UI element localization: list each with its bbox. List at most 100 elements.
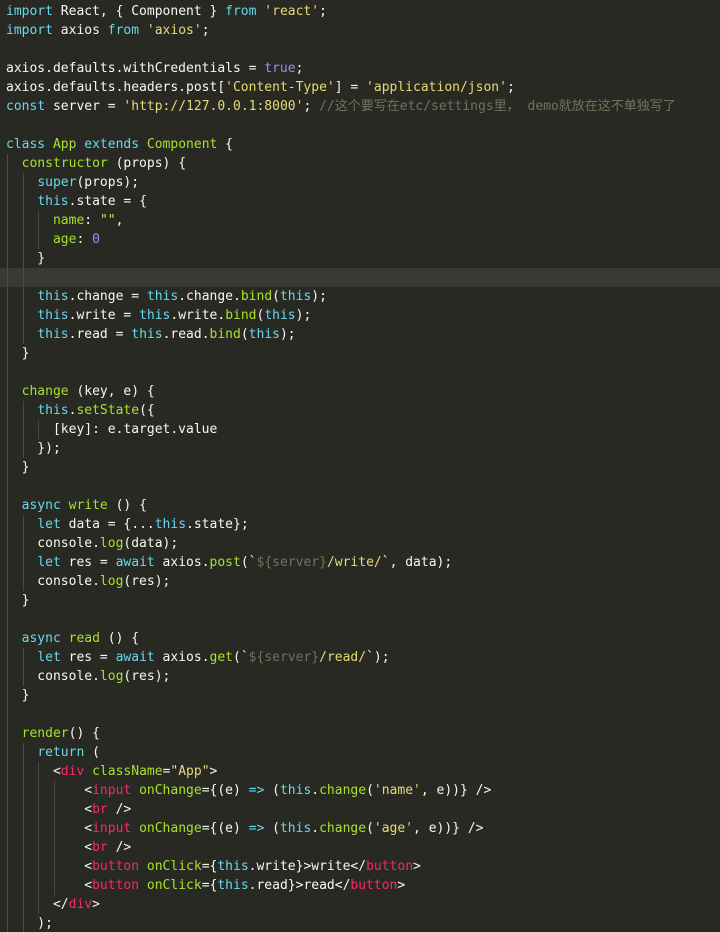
- code-token: constructor: [21, 156, 108, 171]
- code-line[interactable]: this.setState({: [0, 401, 720, 420]
- code-line[interactable]: </div>: [0, 895, 720, 914]
- indent-guide: [7, 363, 8, 382]
- code-line[interactable]: change (key, e) {: [0, 382, 720, 401]
- code-token: }: [6, 251, 46, 266]
- code-line[interactable]: );: [0, 914, 720, 932]
- code-line[interactable]: import React, { Component } from 'react'…: [0, 2, 720, 21]
- code-token: ={(e): [201, 783, 249, 798]
- code-token: res =: [60, 650, 116, 665]
- code-line[interactable]: return (: [0, 743, 720, 762]
- code-token: }: [6, 593, 30, 608]
- code-line[interactable]: [0, 363, 720, 382]
- code-token: (props);: [76, 175, 140, 190]
- code-token: Component: [146, 137, 218, 152]
- code-token: server =: [45, 99, 124, 114]
- code-line[interactable]: [0, 610, 720, 629]
- code-line[interactable]: });: [0, 439, 720, 458]
- code-area[interactable]: import React, { Component } from 'react'…: [0, 2, 720, 932]
- code-line[interactable]: }: [0, 344, 720, 363]
- code-line[interactable]: async write () {: [0, 496, 720, 515]
- code-token: button: [350, 878, 398, 893]
- code-token: "": [99, 213, 116, 228]
- code-token: return: [37, 745, 85, 760]
- code-line[interactable]: <button onClick={this.read}>read</button…: [0, 876, 720, 895]
- code-token: this: [37, 289, 69, 304]
- code-line[interactable]: }: [0, 591, 720, 610]
- code-line[interactable]: this.change = this.change.bind(this);: [0, 287, 720, 306]
- code-line[interactable]: }: [0, 249, 720, 268]
- code-line[interactable]: [0, 40, 720, 59]
- code-line[interactable]: import axios from 'axios';: [0, 21, 720, 40]
- code-token: this: [146, 289, 179, 304]
- code-line[interactable]: console.log(res);: [0, 667, 720, 686]
- code-editor[interactable]: import React, { Component } from 'react'…: [0, 0, 720, 932]
- code-line[interactable]: super(props);: [0, 173, 720, 192]
- code-token: .write.: [170, 308, 226, 323]
- code-token: =>: [248, 783, 265, 798]
- indent-guide: [7, 477, 8, 496]
- code-token: onChange: [139, 821, 202, 836]
- code-line[interactable]: class App extends Component {: [0, 135, 720, 154]
- code-token: let: [37, 650, 61, 665]
- code-line[interactable]: axios.defaults.withCredentials = true;: [0, 59, 720, 78]
- code-line[interactable]: [0, 705, 720, 724]
- code-line[interactable]: this.write = this.write.bind(this);: [0, 306, 720, 325]
- code-line[interactable]: axios.defaults.headers.post['Content-Typ…: [0, 78, 720, 97]
- code-token: change: [319, 783, 367, 798]
- code-line[interactable]: age: 0: [0, 230, 720, 249]
- code-line[interactable]: [0, 477, 720, 496]
- code-line[interactable]: [0, 116, 720, 135]
- code-token: );: [6, 916, 53, 931]
- code-token: });: [6, 441, 61, 456]
- code-line[interactable]: let data = {...this.state};: [0, 515, 720, 534]
- code-line[interactable]: constructor (props) {: [0, 154, 720, 173]
- code-token: >: [397, 878, 406, 893]
- code-line[interactable]: this.read = this.read.bind(this);: [0, 325, 720, 344]
- code-token: render: [21, 726, 69, 741]
- code-line[interactable]: console.log(res);: [0, 572, 720, 591]
- code-token: =>: [248, 821, 265, 836]
- code-line[interactable]: <br />: [0, 800, 720, 819]
- code-line[interactable]: [0, 268, 720, 287]
- code-token: , e))} />: [420, 783, 492, 798]
- code-line[interactable]: [key]: e.target.value: [0, 420, 720, 439]
- code-line[interactable]: name: "",: [0, 211, 720, 230]
- code-token: ;: [295, 61, 304, 76]
- code-line[interactable]: }: [0, 458, 720, 477]
- code-token: this: [279, 821, 312, 836]
- code-line[interactable]: render() {: [0, 724, 720, 743]
- code-token: console.: [6, 536, 100, 551]
- code-line[interactable]: <input onChange={(e) => (this.change('na…: [0, 781, 720, 800]
- code-line[interactable]: <div className="App">: [0, 762, 720, 781]
- code-line[interactable]: }: [0, 686, 720, 705]
- code-line[interactable]: const server = 'http://127.0.0.1:8000'; …: [0, 97, 720, 116]
- code-token: <: [6, 878, 93, 893]
- code-token: <: [6, 821, 93, 836]
- code-token: //这个要写在etc/settings里， demo就放在这不单独写了: [319, 99, 676, 114]
- code-token: onClick: [146, 859, 202, 874]
- code-token: onClick: [146, 878, 202, 893]
- code-line[interactable]: async read () {: [0, 629, 720, 648]
- code-line[interactable]: console.log(data);: [0, 534, 720, 553]
- code-token: React, { Component }: [52, 4, 226, 19]
- code-line[interactable]: <button onClick={this.write}>write</butt…: [0, 857, 720, 876]
- code-line[interactable]: let res = await axios.post(`${server}/wr…: [0, 553, 720, 572]
- code-token: >: [92, 897, 100, 912]
- indent-guide: [7, 268, 8, 287]
- code-token: <: [6, 783, 93, 798]
- code-line[interactable]: <input onChange={(e) => (this.change('ag…: [0, 819, 720, 838]
- code-line[interactable]: this.state = {: [0, 192, 720, 211]
- code-token: log: [99, 536, 124, 551]
- code-token: super: [37, 175, 77, 190]
- code-token: div: [60, 764, 85, 779]
- code-line[interactable]: let res = await axios.get(`${server}/rea…: [0, 648, 720, 667]
- code-token: /write/: [326, 555, 382, 570]
- code-line[interactable]: <br />: [0, 838, 720, 857]
- code-token: axios.defaults.withCredentials =: [6, 61, 265, 76]
- code-token: async: [21, 498, 61, 513]
